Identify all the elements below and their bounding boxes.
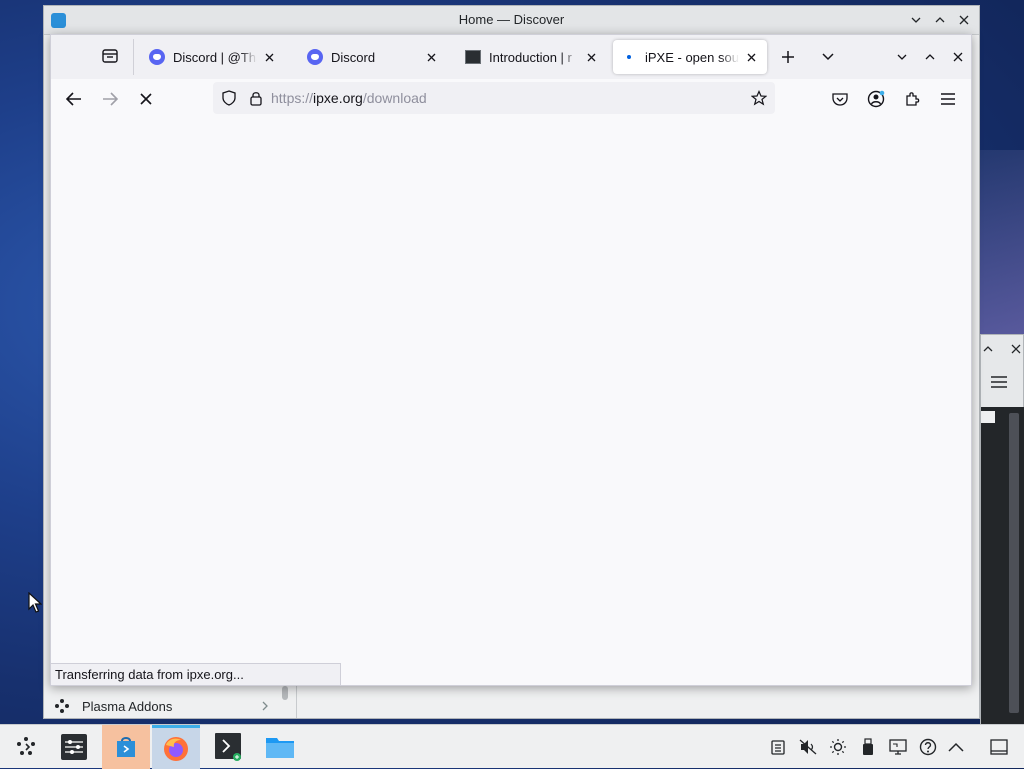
display-icon[interactable] <box>889 738 907 756</box>
minimize-button[interactable] <box>893 48 911 66</box>
close-tab-icon[interactable] <box>743 49 759 65</box>
lock-icon[interactable] <box>249 90 263 106</box>
list-all-tabs-button[interactable] <box>819 48 837 66</box>
scrollbar-handle[interactable] <box>282 686 288 700</box>
brightness-icon[interactable] <box>829 738 847 756</box>
status-panel: Transferring data from ipxe.org... <box>51 663 341 685</box>
tab-bar: Discord | @Tha Discord Introduction | r … <box>51 35 971 79</box>
tab-introduction[interactable]: Introduction | r <box>457 40 607 74</box>
discover-app-icon <box>51 13 66 28</box>
pocket-icon[interactable] <box>831 90 849 108</box>
system-settings-icon[interactable] <box>50 725 98 769</box>
tab-ipxe[interactable]: iPXE - open sou <box>613 40 767 74</box>
tracking-protection-shield-icon[interactable] <box>221 90 237 106</box>
app-menu-icon[interactable] <box>939 90 957 108</box>
maximize-button[interactable] <box>921 48 939 66</box>
mouse-cursor-icon <box>28 592 42 614</box>
maximize-button[interactable] <box>931 11 949 29</box>
discover-task-icon[interactable] <box>102 725 150 769</box>
discord-icon <box>307 49 323 65</box>
discover-window-title: Home — Discover <box>458 12 565 27</box>
tab-discord-2[interactable]: Discord <box>299 40 447 74</box>
hamburger-menu-icon[interactable] <box>991 375 1007 389</box>
application-launcher-icon[interactable] <box>2 725 50 769</box>
url-text[interactable]: https://ipxe.org/download <box>271 90 427 106</box>
tab-title: Discord <box>331 49 376 65</box>
forward-button[interactable] <box>101 90 119 108</box>
account-icon[interactable] <box>867 90 885 108</box>
sidebar-item-plasma-addons[interactable]: Plasma Addons <box>54 694 269 718</box>
help-icon[interactable] <box>919 738 937 756</box>
url-bar[interactable]: https://ipxe.org/download <box>213 82 775 114</box>
konsole-task-icon[interactable] <box>204 725 252 769</box>
clipboard-icon[interactable] <box>769 738 787 756</box>
konsole-window <box>980 334 1024 725</box>
firefox-window: Discord | @Tha Discord Introduction | r … <box>50 34 972 686</box>
puzzle-icon <box>54 698 70 714</box>
chevron-right-icon <box>261 701 269 711</box>
close-button[interactable] <box>955 11 973 29</box>
close-tab-icon[interactable] <box>423 49 439 65</box>
new-tab-button[interactable] <box>779 48 797 66</box>
dolphin-task-icon[interactable] <box>256 725 304 769</box>
extensions-icon[interactable] <box>903 90 921 108</box>
page-content[interactable] <box>51 119 971 685</box>
close-tab-icon[interactable] <box>261 49 277 65</box>
discord-icon <box>149 49 165 65</box>
show-desktop-icon[interactable] <box>990 738 1008 756</box>
tab-title: Introduction | r <box>489 49 572 65</box>
navigation-toolbar: https://ipxe.org/download <box>51 79 971 120</box>
terminal-icon <box>465 50 481 64</box>
show-hidden-icon[interactable] <box>947 738 965 756</box>
tab-title: Discord | @Tha <box>173 49 257 65</box>
close-tab-icon[interactable] <box>583 49 599 65</box>
maximize-button[interactable] <box>983 346 993 352</box>
tab-title: iPXE - open sou <box>645 49 739 65</box>
volume-muted-icon[interactable] <box>799 738 817 756</box>
terminal-scrollbar[interactable] <box>1009 413 1019 713</box>
tab-separator <box>133 39 134 75</box>
minimize-button[interactable] <box>907 11 925 29</box>
firefox-view-icon[interactable] <box>101 47 119 65</box>
taskbar <box>0 724 1024 769</box>
back-button[interactable] <box>65 90 83 108</box>
usb-icon[interactable] <box>859 738 877 756</box>
close-button[interactable] <box>949 48 967 66</box>
sidebar-item-label: Plasma Addons <box>82 698 173 714</box>
stop-loading-button[interactable] <box>137 90 155 108</box>
discover-titlebar[interactable]: Home — Discover <box>44 6 979 35</box>
bookmark-star-icon[interactable] <box>751 90 767 106</box>
close-button[interactable] <box>1011 344 1021 354</box>
loading-icon <box>621 49 637 65</box>
tab-discord-1[interactable]: Discord | @Tha <box>141 40 285 74</box>
tab-strip <box>981 411 995 423</box>
firefox-task-icon[interactable] <box>152 725 200 769</box>
